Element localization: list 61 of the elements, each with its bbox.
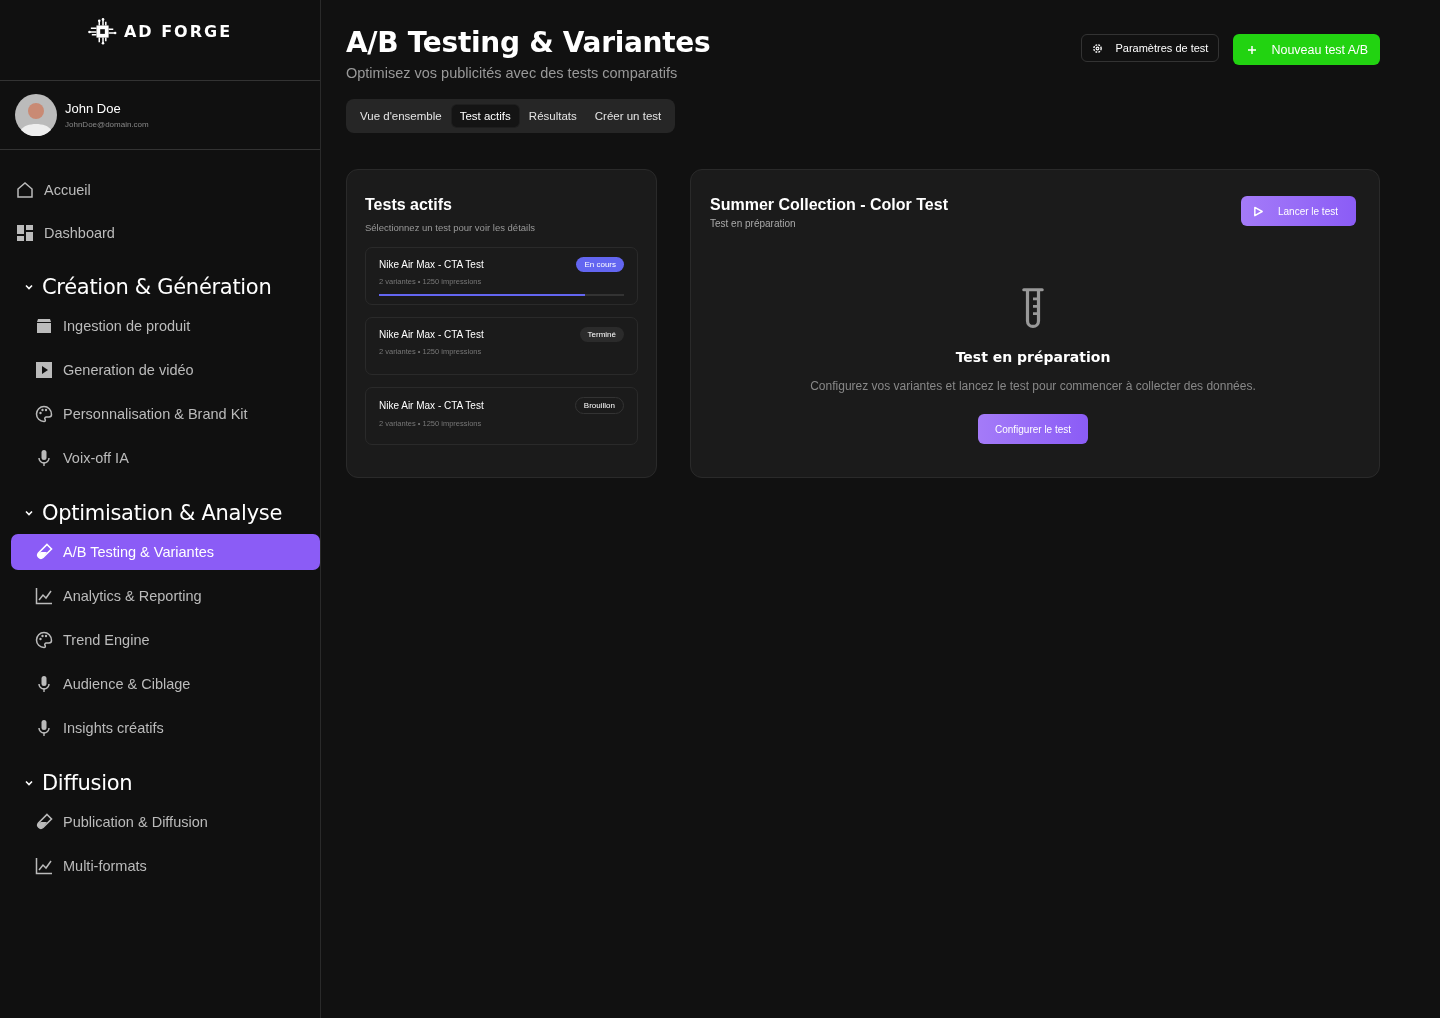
section-title[interactable]: Création & Génération	[42, 275, 272, 299]
launch-button[interactable]: Lancer le test	[1240, 196, 1356, 226]
settings-button[interactable]: Paramètres de test	[1081, 34, 1220, 62]
video-icon	[35, 361, 53, 379]
mic-icon	[35, 449, 53, 467]
nav-item[interactable]: Insights créatifs	[11, 710, 320, 746]
section-title[interactable]: Optimisation & Analyse	[42, 501, 283, 525]
avatar	[15, 94, 57, 136]
brand-name: AD FORGE	[123, 21, 233, 43]
chart-icon	[35, 587, 53, 605]
mic-icon	[35, 719, 53, 737]
status-badge: Terminé	[579, 327, 624, 342]
settings-icon	[1092, 42, 1104, 54]
user-name: John Doe	[65, 101, 122, 116]
test-name: Nike Air Max - CTA Test	[379, 329, 484, 340]
chevron-icon[interactable]	[24, 778, 34, 788]
chart-icon	[35, 857, 53, 875]
empty-state-title: Test en préparation	[955, 349, 1111, 365]
chevron-icon[interactable]	[24, 282, 34, 292]
home-icon	[16, 181, 34, 199]
nav-item[interactable]: Accueil	[0, 172, 304, 208]
nav-item[interactable]: Audience & Ciblage	[11, 666, 320, 702]
test-name: Nike Air Max - CTA Test	[379, 259, 484, 270]
nav-item[interactable]: Publication & Diffusion	[11, 804, 320, 840]
nav-item[interactable]: Dashboard	[0, 215, 304, 251]
tube-icon	[35, 543, 53, 561]
test-title: Summer Collection - Color Test	[710, 196, 948, 214]
section-title[interactable]: Diffusion	[42, 771, 133, 795]
status-badge: En cours	[576, 257, 624, 272]
page-title: A/B Testing & Variantes	[346, 26, 711, 59]
page-subtitle: Optimisez vos publicités avec des tests comparatifs	[346, 65, 679, 81]
nav-item[interactable]: Trend Engine	[11, 622, 320, 658]
chip-logo-icon	[87, 18, 118, 46]
tab[interactable]: Créer un test	[586, 105, 670, 127]
mic-icon	[35, 675, 53, 693]
dashboard-icon	[16, 224, 34, 242]
tab[interactable]: Test actifs	[451, 105, 519, 127]
tab[interactable]: Vue d'ensemble	[352, 105, 450, 127]
play-icon	[1252, 205, 1264, 217]
empty-state-text: Configurez vos variantes et lancez le test pour commencer à collecter des données.	[810, 379, 1256, 393]
palette-icon	[35, 631, 53, 649]
test-name: Nike Air Max - CTA Test	[379, 400, 484, 411]
test-status: Test en préparation	[710, 218, 797, 229]
nav-item[interactable]: Generation de vidéo	[11, 352, 320, 388]
plus-icon	[1247, 44, 1258, 55]
nav-item[interactable]: Multi-formats	[11, 848, 320, 884]
chevron-icon[interactable]	[24, 508, 34, 518]
nav-item[interactable]: Personnalisation & Brand Kit	[11, 396, 320, 432]
tab[interactable]: Résultats	[520, 105, 585, 127]
nav-item[interactable]: Analytics & Reporting	[11, 578, 320, 614]
tube-icon	[35, 813, 53, 831]
user-email: JohnDoe@domain.com	[65, 120, 149, 129]
palette-icon	[35, 405, 53, 423]
nav-item[interactable]: Ingestion de produit	[11, 308, 320, 344]
panel-title: Tests actifs	[365, 196, 453, 214]
nav-item[interactable]: Voix-off IA	[11, 440, 320, 476]
panel-subtitle: Sélectionnez un test pour voir les détails	[365, 222, 537, 233]
configure-button[interactable]: Configurer le test	[977, 414, 1089, 444]
test-tube-icon	[1022, 287, 1044, 331]
box-icon	[35, 317, 53, 335]
nav-item[interactable]: A/B Testing & Variantes	[11, 534, 320, 570]
